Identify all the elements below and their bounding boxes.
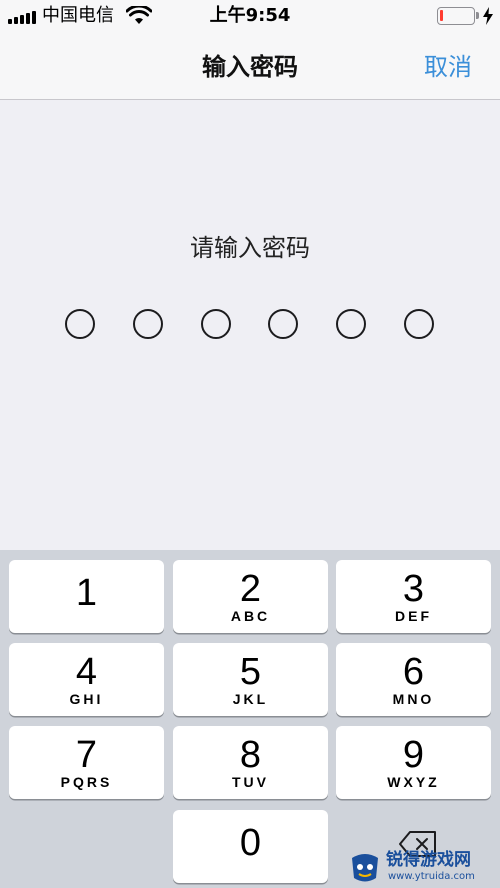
- key-digit: 2: [239, 568, 262, 610]
- key-digit: 3: [402, 568, 425, 610]
- watermark-logo-icon: [352, 854, 378, 882]
- key-letters: ABC: [230, 608, 271, 624]
- key-digit: 8: [239, 734, 262, 776]
- key-digit: 5: [239, 651, 262, 693]
- status-bar: 中国电信 上午9:54: [0, 0, 500, 34]
- key-letters: GHI: [69, 691, 104, 707]
- key-letters: PQRS: [60, 774, 113, 790]
- cancel-button[interactable]: 取消: [424, 52, 472, 82]
- passcode-dot: [268, 309, 298, 339]
- key-0[interactable]: 0: [173, 810, 328, 883]
- key-9[interactable]: 9 WXYZ: [336, 726, 491, 799]
- charging-bolt-icon: [483, 7, 493, 25]
- key-letters: MNO: [392, 691, 435, 707]
- battery-tip: [476, 12, 479, 19]
- passcode-dot: [133, 309, 163, 339]
- key-8[interactable]: 8 TUV: [173, 726, 328, 799]
- watermark: 锐得游戏网 www.ytruida.com: [348, 850, 498, 886]
- passcode-dot: [336, 309, 366, 339]
- key-6[interactable]: 6 MNO: [336, 643, 491, 716]
- key-2[interactable]: 2 ABC: [173, 560, 328, 633]
- key-3[interactable]: 3 DEF: [336, 560, 491, 633]
- key-7[interactable]: 7 PQRS: [9, 726, 164, 799]
- key-digit: 0: [239, 822, 262, 864]
- passcode-prompt: 请输入密码: [190, 234, 310, 262]
- key-digit: 4: [75, 651, 98, 693]
- key-letters: DEF: [395, 608, 432, 624]
- battery-level-fill: [440, 10, 443, 21]
- passcode-dot: [404, 309, 434, 339]
- key-letters: JKL: [232, 691, 269, 707]
- passcode-dot: [201, 309, 231, 339]
- battery-icon: [437, 7, 475, 25]
- passcode-dot: [65, 309, 95, 339]
- key-digit: 6: [402, 651, 425, 693]
- key-letters: TUV: [232, 774, 269, 790]
- passcode-dots: [0, 309, 500, 341]
- key-digit: 9: [402, 734, 425, 776]
- watermark-url: www.ytruida.com: [388, 871, 475, 882]
- navigation-bar: 输入密码 取消: [0, 34, 500, 100]
- key-1[interactable]: 1: [9, 560, 164, 633]
- key-digit: 1: [75, 572, 98, 614]
- key-4[interactable]: 4 GHI: [9, 643, 164, 716]
- watermark-title: 锐得游戏网: [386, 850, 471, 870]
- key-digit: 7: [75, 734, 98, 776]
- status-time: 上午9:54: [209, 5, 291, 26]
- key-letters: WXYZ: [387, 774, 440, 790]
- key-5[interactable]: 5 JKL: [173, 643, 328, 716]
